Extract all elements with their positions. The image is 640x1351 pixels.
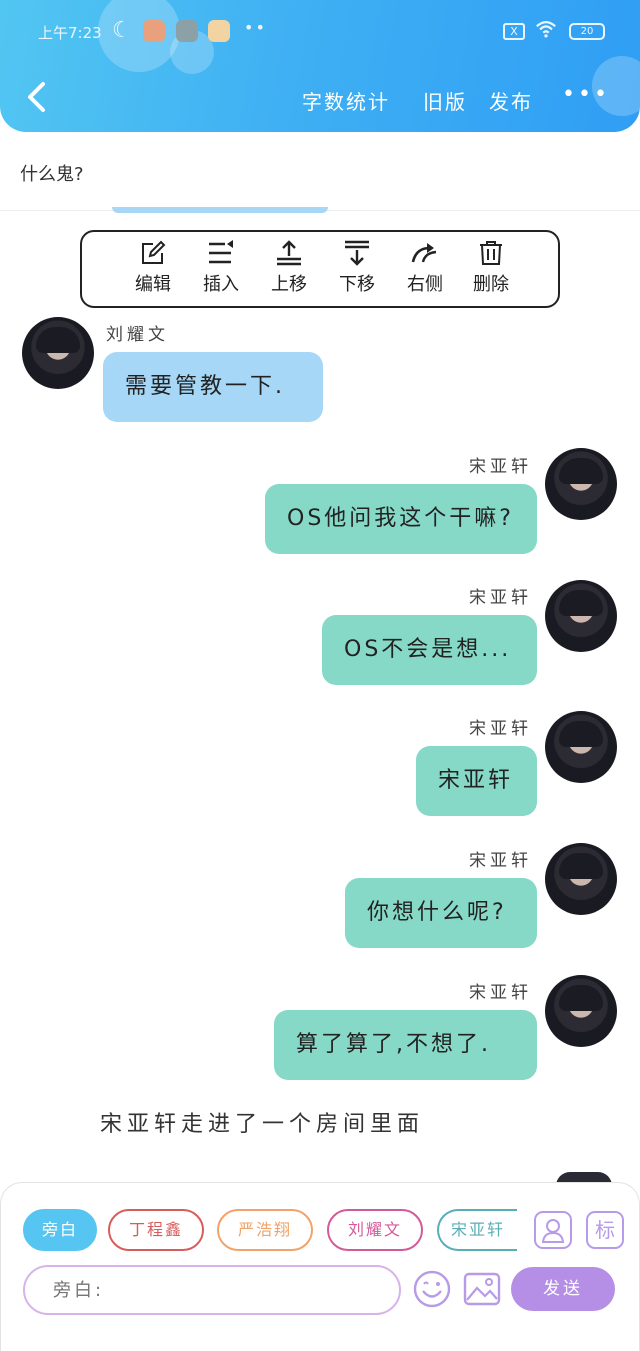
send-button[interactable]: 发送: [511, 1267, 615, 1311]
image-icon[interactable]: [463, 1270, 501, 1308]
role-chip-ding-chengxin[interactable]: 丁程鑫: [108, 1209, 204, 1251]
sender-name: 刘耀文: [106, 325, 169, 345]
message-bubble[interactable]: 需要管教一下.: [103, 352, 323, 422]
move-down-button[interactable]: 下移: [324, 240, 390, 300]
delete-icon: [480, 241, 502, 265]
message-bubble[interactable]: OS不会是想...: [322, 615, 537, 685]
previous-message-text: 什么鬼?: [20, 164, 84, 185]
move-up-button[interactable]: 上移: [256, 240, 322, 300]
right-side-icon: [411, 243, 437, 263]
message-action-toolbar: 编辑 插入 上移 下移 右侧 删除: [80, 230, 560, 308]
sender-name: 宋亚轩: [469, 457, 532, 477]
tag-button[interactable]: 标: [586, 1211, 624, 1249]
right-side-button[interactable]: 右侧: [392, 240, 458, 300]
more-notifications-icon: ••: [244, 18, 267, 37]
insert-label: 插入: [203, 274, 239, 295]
avatar[interactable]: [545, 448, 617, 520]
avatar[interactable]: [22, 317, 94, 389]
wifi-icon: [536, 21, 556, 38]
role-chip-yan-haoxiang[interactable]: 严浩翔: [217, 1209, 313, 1251]
move-down-label: 下移: [339, 274, 375, 295]
sim-card-icon: X: [503, 23, 525, 40]
edit-icon: [142, 240, 166, 264]
message-bubble[interactable]: OS他问我这个干嘛?: [265, 484, 537, 554]
more-options-icon[interactable]: •••: [562, 82, 610, 107]
app-icon-gift: [208, 20, 230, 42]
sender-name: 宋亚轩: [469, 719, 532, 739]
message-bubble[interactable]: 你想什么呢?: [345, 878, 537, 948]
sender-name: 宋亚轩: [469, 851, 532, 871]
insert-button[interactable]: 插入: [188, 240, 254, 300]
status-time: 上午7:23: [38, 24, 102, 42]
message-bubble[interactable]: 宋亚轩: [416, 746, 537, 816]
edit-label: 编辑: [135, 274, 171, 295]
avatar[interactable]: [545, 711, 617, 783]
sender-name: 宋亚轩: [469, 588, 532, 608]
role-chip-song-yaxuan[interactable]: 宋亚轩: [437, 1209, 517, 1251]
battery-icon: 20: [569, 23, 605, 40]
status-bar: 上午7:23 ☾ •• X 20: [0, 14, 640, 50]
character-manager-button[interactable]: [534, 1211, 572, 1249]
app-icon-shield: [143, 20, 165, 42]
composer-panel: 旁白 丁程鑫 严浩翔 刘耀文 宋亚轩 标 发送: [0, 1182, 640, 1351]
move-up-label: 上移: [271, 274, 307, 295]
person-icon: [541, 1219, 565, 1243]
publish-button[interactable]: 发布: [489, 86, 533, 115]
word-count-button[interactable]: 字数统计: [302, 86, 390, 115]
clipped-message-bubble: [112, 207, 328, 213]
delete-label: 删除: [473, 274, 509, 295]
role-chip-narrator[interactable]: 旁白: [23, 1209, 97, 1251]
role-chip-liu-yaowen[interactable]: 刘耀文: [327, 1209, 423, 1251]
delete-button[interactable]: 删除: [458, 240, 524, 300]
narration-text[interactable]: 宋亚轩走进了一个房间里面: [100, 1106, 424, 1138]
right-side-label: 右侧: [407, 274, 443, 295]
sender-name: 宋亚轩: [469, 983, 532, 1003]
avatar[interactable]: [545, 580, 617, 652]
insert-icon: [209, 240, 233, 264]
move-up-icon: [277, 240, 301, 266]
message-input[interactable]: [23, 1265, 401, 1315]
move-down-icon: [345, 240, 369, 266]
avatar[interactable]: [545, 975, 617, 1047]
edit-button[interactable]: 编辑: [120, 240, 186, 300]
moon-icon: ☾: [112, 18, 132, 43]
back-arrow-icon[interactable]: [22, 80, 52, 114]
emoji-icon[interactable]: [412, 1269, 452, 1309]
old-version-button[interactable]: 旧版: [423, 86, 467, 115]
app-icon-camera: [176, 20, 198, 42]
avatar[interactable]: [545, 843, 617, 915]
message-bubble[interactable]: 算了算了,不想了.: [274, 1010, 537, 1080]
top-header: 上午7:23 ☾ •• X 20 字数统计 旧版 发布 •••: [0, 0, 640, 132]
